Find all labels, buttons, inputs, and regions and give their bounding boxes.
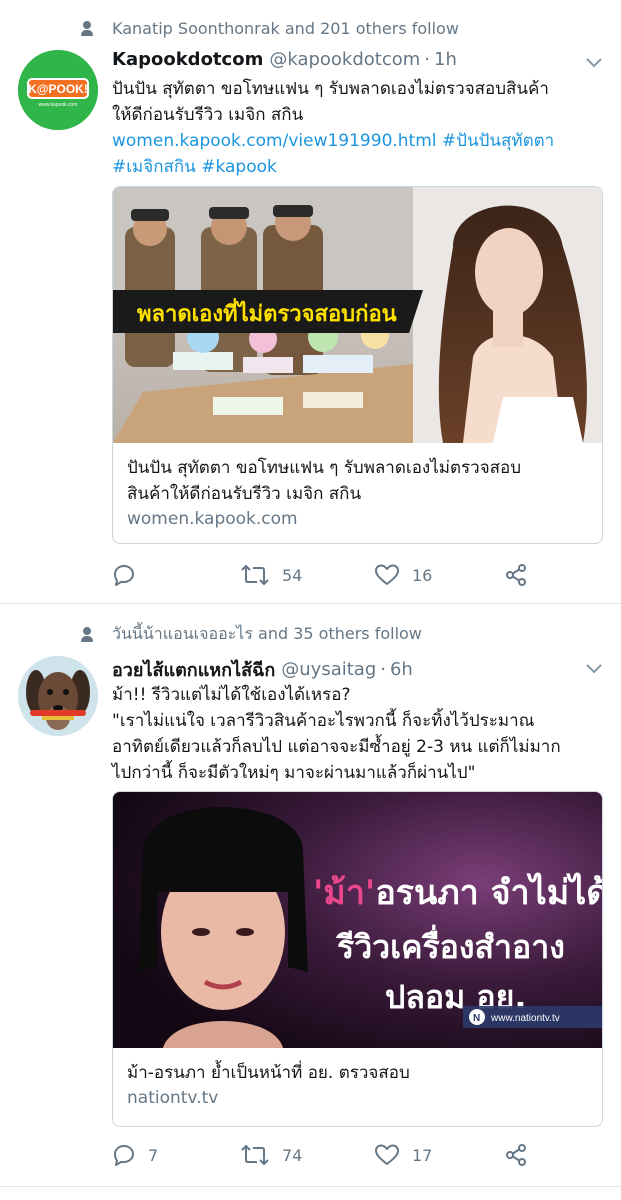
like-count: 17 xyxy=(412,1145,433,1165)
card-title-line: สินค้าให้ดีก่อนรับรีวิว เมจิก สกิน xyxy=(127,484,362,504)
tweet[interactable]: Kanatip Soonthonrak and 201 others follo… xyxy=(0,0,621,604)
like-button[interactable]: 17 xyxy=(374,1140,432,1170)
card-image-headline-2: รีวิวเครื่องสำอาง xyxy=(335,924,565,966)
link-card[interactable]: 'ม้า'อรนภา จำไม่ได้ รีวิวเครื่องสำอาง ปล… xyxy=(112,791,603,1127)
card-image-art: พลาดเองที่ไม่ตรวจสอบก่อน xyxy=(113,187,602,443)
person-icon xyxy=(80,626,94,642)
hashtag[interactable]: #ปันปันสุทัตตา xyxy=(442,131,554,151)
display-name[interactable]: อวยไส้แตกแหกไส้ฉีก xyxy=(112,655,275,684)
share-icon xyxy=(506,1144,526,1166)
link-card[interactable]: พลาดเองที่ไม่ตรวจสอบก่อน ปันปัน สุทัตตา … xyxy=(112,186,603,544)
card-image: 'ม้า'อรนภา จำไม่ได้ รีวิวเครื่องสำอาง ปล… xyxy=(113,792,602,1048)
action-bar: 54 16 xyxy=(112,560,552,590)
kapook-logo: K@POOK! www.kapook.com xyxy=(18,50,98,130)
tweet-text-line: ปันปัน สุทัตตา ขอโทษแฟน ๆ รับพลาดเองไม่ต… xyxy=(112,79,549,99)
tweet-text-line: "เราไม่แน่ใจ เวลารีวิวสินค้าอะไรพวกนี้ ก… xyxy=(112,711,535,731)
card-title: ม้า-อรนภา ย้ำเป็นหน้าที่ อย. ตรวจสอบ xyxy=(127,1060,588,1086)
person-icon xyxy=(80,20,94,36)
tweet-text-line: อาทิตย์เดียวแล้วก็ลบไป แต่อาจจะมีซ้ำอยู่… xyxy=(112,737,561,757)
reply-icon xyxy=(114,565,134,586)
retweet-count: 74 xyxy=(282,1145,303,1165)
card-image-caption: พลาดเองที่ไม่ตรวจสอบก่อน xyxy=(137,297,397,327)
reply-icon xyxy=(114,1145,134,1166)
svg-text:N: N xyxy=(473,1013,480,1024)
card-image: พลาดเองที่ไม่ตรวจสอบก่อน xyxy=(113,187,602,443)
share-button[interactable] xyxy=(504,1140,540,1170)
card-body: ปันปัน สุทัตตา ขอโทษแฟน ๆ รับพลาดเองไม่ต… xyxy=(113,443,602,543)
hashtag[interactable]: #เมจิกสกิน #kapook xyxy=(112,154,604,180)
retweet-icon xyxy=(241,564,269,586)
like-icon xyxy=(375,1144,399,1165)
tweet-text-line: ม้า!! รีวิวแต่ไม่ได้ใช้เองได้เหรอ? xyxy=(112,685,351,705)
display-name[interactable]: Kapookdotcom xyxy=(112,49,263,70)
avatar[interactable] xyxy=(18,656,98,736)
retweet-button[interactable]: 54 xyxy=(240,560,302,590)
social-context-text: วันนี้น้าแอนเจออะไร and 35 others follow xyxy=(112,623,422,643)
tweet-link[interactable]: women.kapook.com/view191990.html xyxy=(112,131,437,151)
tweet-text-line: ให้ดีก่อนรับรีวิว เมจิก สกิน xyxy=(112,105,304,125)
tweet[interactable]: วันนี้น้าแอนเจออะไร and 35 others follow… xyxy=(0,604,621,1187)
separator-dot: · xyxy=(380,658,386,680)
card-domain: nationtv.tv xyxy=(127,1088,219,1108)
reply-button[interactable] xyxy=(112,560,148,590)
reply-count: 7 xyxy=(148,1145,159,1165)
card-image-headline-1: 'ม้า'อรนภา จำไม่ได้ xyxy=(313,872,602,913)
dog-avatar-image xyxy=(18,656,98,736)
social-context-text: Kanatip Soonthonrak and 201 others follo… xyxy=(112,18,459,38)
like-icon xyxy=(375,564,399,585)
card-body: ม้า-อรนภา ย้ำเป็นหน้าที่ อย. ตรวจสอบ nat… xyxy=(113,1048,602,1122)
card-title-line: ปันปัน สุทัตตา ขอโทษแฟน ๆ รับพลาดเองไม่ต… xyxy=(127,458,522,478)
retweet-button[interactable]: 74 xyxy=(240,1140,302,1170)
retweet-count: 54 xyxy=(282,565,303,585)
card-domain: women.kapook.com xyxy=(127,509,298,529)
reply-button[interactable]: 7 xyxy=(112,1140,158,1170)
action-bar: 7 74 17 xyxy=(112,1140,552,1170)
svg-text:www.kapook.com: www.kapook.com xyxy=(39,102,78,108)
card-image-watermark: www.nationtv.tv xyxy=(490,1013,560,1024)
svg-text:K@POOK!: K@POOK! xyxy=(28,82,88,96)
tweet-header: อวยไส้แตกแหกไส้ฉีก @uysaitag · 6h xyxy=(112,656,601,682)
social-context: วันนี้น้าแอนเจออะไร and 35 others follow xyxy=(80,624,422,644)
user-handle[interactable]: @uysaitag xyxy=(281,659,376,680)
share-button[interactable] xyxy=(504,560,540,590)
chevron-down-icon[interactable] xyxy=(585,56,603,70)
tweet-text: ปันปัน สุทัตตา ขอโทษแฟน ๆ รับพลาดเองไม่ต… xyxy=(112,76,604,180)
like-count: 16 xyxy=(412,565,433,585)
avatar[interactable]: K@POOK! www.kapook.com xyxy=(18,50,98,130)
user-handle[interactable]: @kapookdotcom xyxy=(269,49,420,70)
timestamp[interactable]: 1h xyxy=(434,49,457,70)
social-context: Kanatip Soonthonrak and 201 others follo… xyxy=(80,18,459,38)
card-title: ปันปัน สุทัตตา ขอโทษแฟน ๆ รับพลาดเองไม่ต… xyxy=(127,455,588,507)
separator-dot: · xyxy=(424,48,431,70)
chevron-down-icon[interactable] xyxy=(585,662,603,676)
timestamp[interactable]: 6h xyxy=(390,659,413,680)
like-button[interactable]: 16 xyxy=(374,560,432,590)
share-icon xyxy=(506,564,526,586)
card-image-art: 'ม้า'อรนภา จำไม่ได้ รีวิวเครื่องสำอาง ปล… xyxy=(113,792,602,1048)
tweet-text: ม้า!! รีวิวแต่ไม่ได้ใช้เองได้เหรอ? "เราไ… xyxy=(112,682,604,786)
tweet-header: Kapookdotcom @kapookdotcom · 1h xyxy=(112,46,601,72)
retweet-icon xyxy=(241,1144,269,1166)
card-title-line: ม้า-อรนภา ย้ำเป็นหน้าที่ อย. ตรวจสอบ xyxy=(127,1063,410,1083)
tweet-text-line: ไปกว่านี้ ก็จะมีตัวใหม่ๆ มาจะผ่านมาแล้วก… xyxy=(112,763,476,783)
